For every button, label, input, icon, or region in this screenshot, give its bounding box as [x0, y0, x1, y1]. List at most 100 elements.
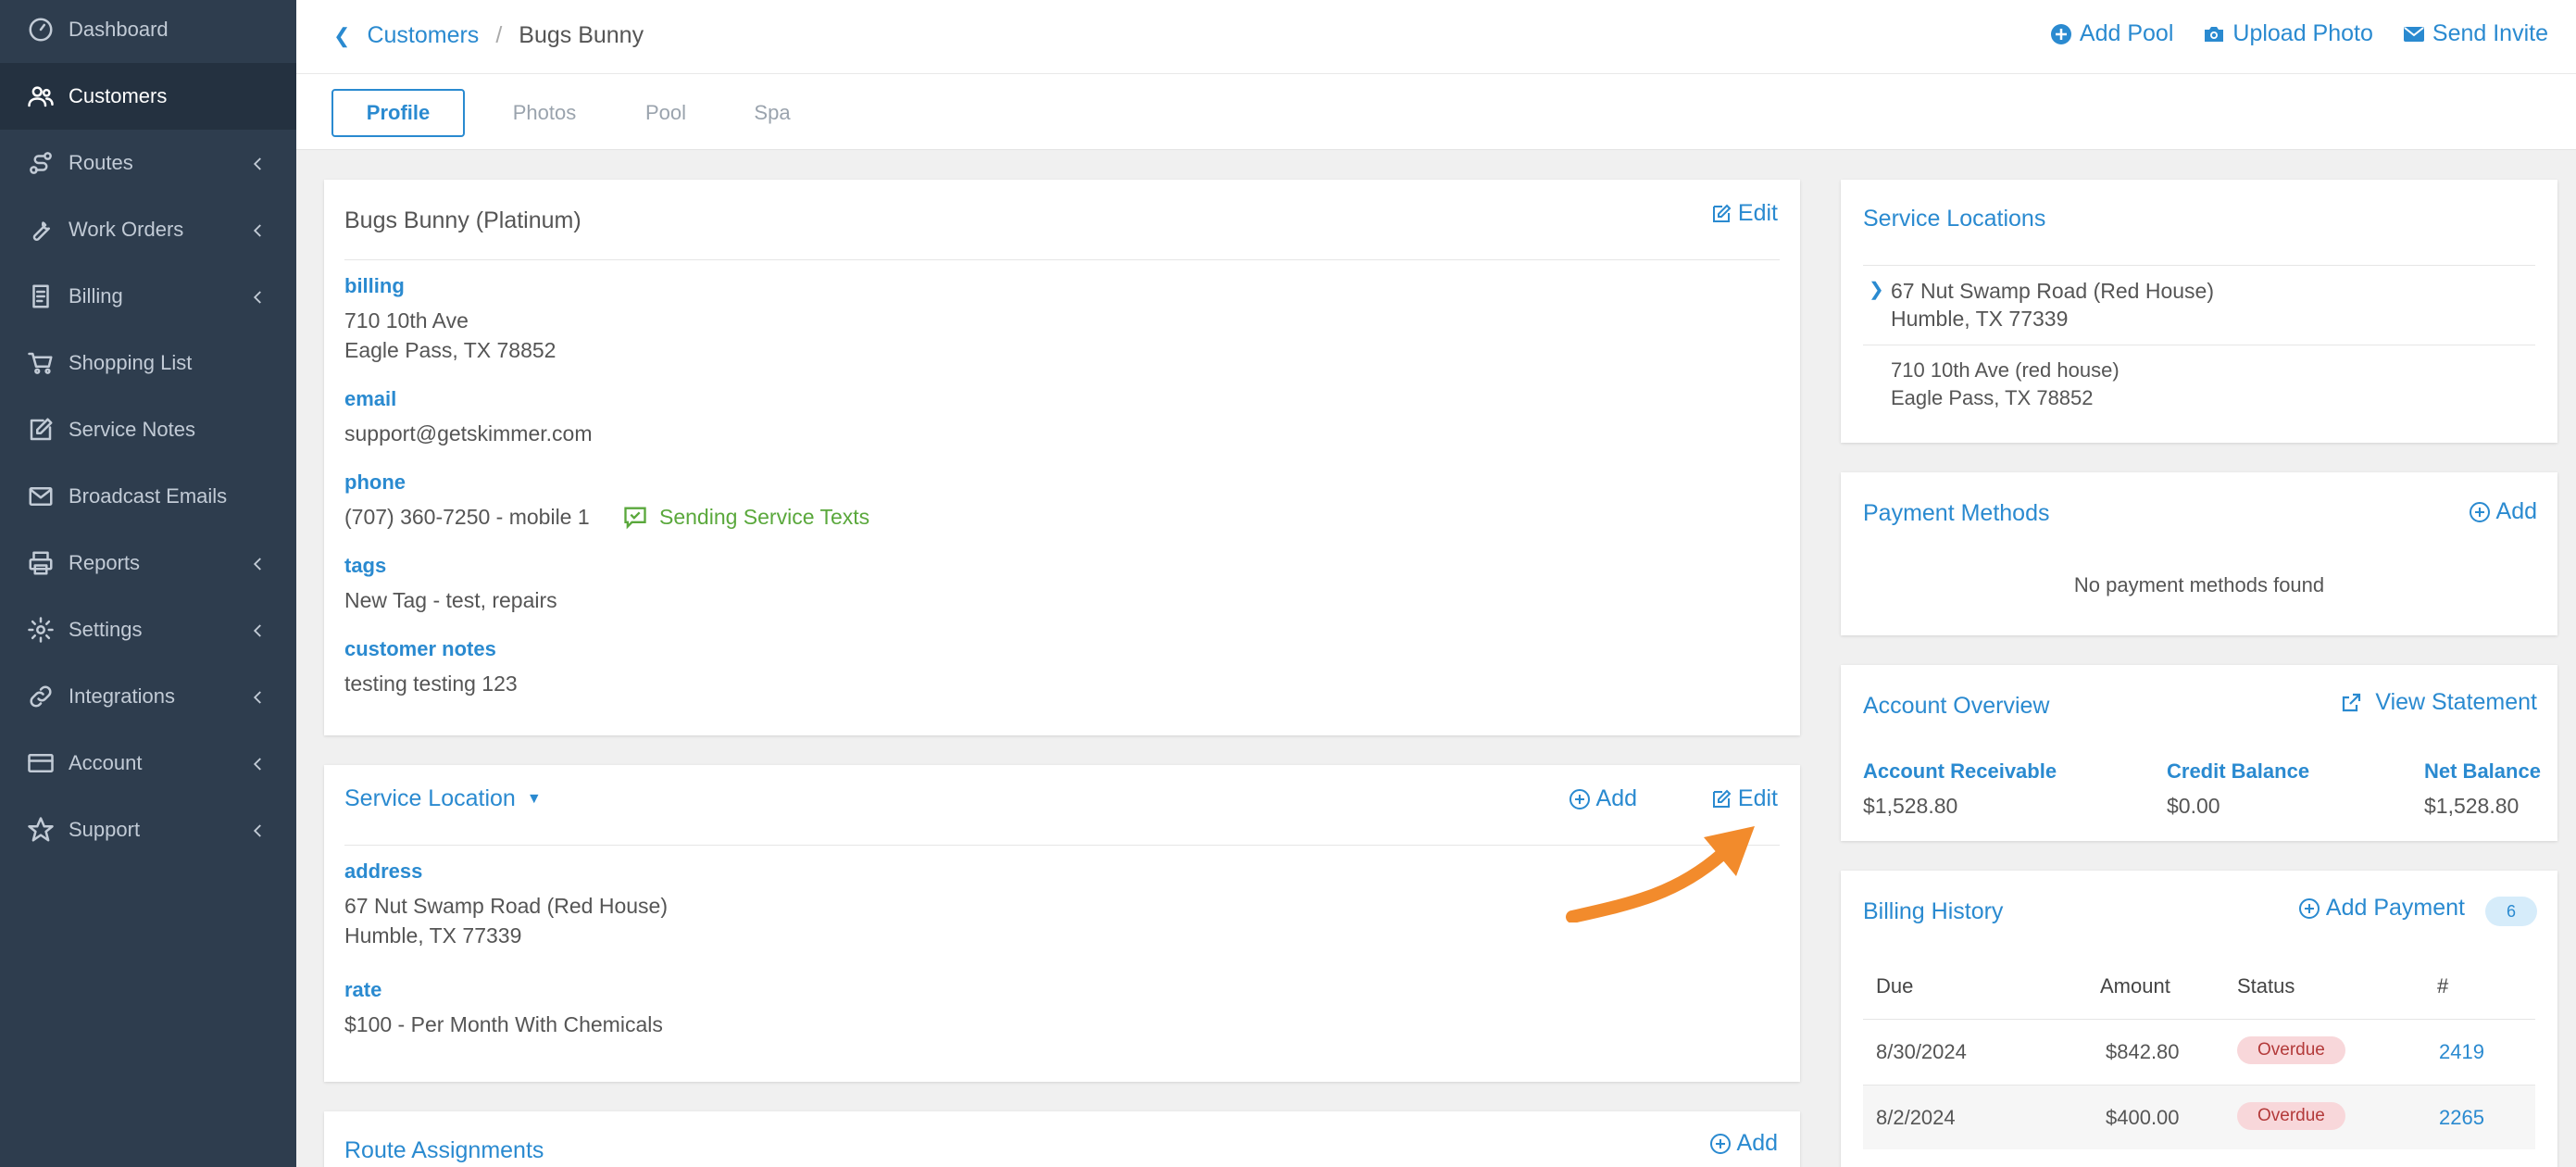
row-amount: $842.80 [2106, 1040, 2180, 1063]
add-label: Add [2495, 498, 2537, 524]
table-row[interactable]: 8/30/2024 $842.80 Overdue 2419 [1863, 1020, 2535, 1085]
sidebar-item-label: Work Orders [69, 218, 184, 241]
invoice-number-link[interactable]: 2265 [2439, 1106, 2484, 1130]
sidebar-item-dashboard[interactable]: Dashboard [0, 0, 296, 63]
column-due: Due [1876, 974, 1914, 998]
plus-circle-icon [1569, 788, 1590, 809]
envelope-icon [26, 482, 56, 511]
breadcrumb-customers-link[interactable]: Customers [367, 22, 479, 49]
chevron-left-icon [250, 287, 269, 306]
tab-profile[interactable]: Profile [331, 89, 465, 137]
cart-icon [26, 348, 56, 378]
sidebar-item-integrations[interactable]: Integrations [0, 663, 296, 730]
address-line2: Humble, TX 77339 [344, 923, 522, 947]
caret-down-icon: ▼ [526, 790, 542, 807]
edit-label: Edit [1737, 785, 1778, 811]
customer-notes-label: customer notes [344, 637, 496, 660]
wrench-icon [26, 215, 56, 245]
sidebar-item-reports[interactable]: Reports [0, 530, 296, 596]
chevron-left-icon [250, 554, 269, 572]
tags-label: tags [344, 554, 387, 577]
phone-value: (707) 360-7250 - mobile 1 [344, 505, 590, 529]
billing-line2: Eagle Pass, TX 78852 [344, 338, 556, 362]
sidebar-item-routes[interactable]: Routes [0, 130, 296, 196]
address-label: address [344, 860, 423, 883]
sidebar-item-label: Broadcast Emails [69, 484, 228, 508]
send-invite-button[interactable]: Send Invite [2403, 20, 2548, 47]
service-texts-status: Sending Service Texts [622, 502, 869, 532]
sidebar-item-billing[interactable]: Billing [0, 263, 296, 330]
table-row[interactable]: 8/2/2024 $400.00 Overdue 2265 [1863, 1085, 2535, 1149]
address-line1: 67 Nut Swamp Road (Red House) [344, 894, 668, 918]
add-payment-method-button[interactable]: Add [2469, 498, 2537, 525]
star-icon [26, 815, 56, 845]
account-receivable-value: $1,528.80 [1863, 794, 1958, 818]
service-locations-title: Service Locations [1863, 206, 2046, 232]
tab-pool[interactable]: Pool [615, 89, 717, 137]
edit-service-location-button[interactable]: Edit [1710, 785, 1778, 812]
edit-profile-button[interactable]: Edit [1710, 200, 1778, 227]
chevron-left-icon [250, 821, 269, 839]
sidebar-item-service-notes[interactable]: Service Notes [0, 396, 296, 463]
edit-icon [26, 415, 56, 445]
add-pool-label: Add Pool [2079, 20, 2174, 46]
row-due: 8/30/2024 [1876, 1040, 1967, 1063]
plus-circle-icon [2469, 501, 2490, 522]
customer-name: Bugs Bunny (Platinum) [344, 207, 581, 233]
billing-history-card: Billing History Add Payment 6 Due Amount… [1841, 871, 2557, 1167]
tab-photos[interactable]: Photos [481, 89, 607, 137]
breadcrumb: ❮ Customers / Bugs Bunny [333, 22, 644, 49]
sidebar-item-label: Billing [69, 284, 123, 307]
tab-spa[interactable]: Spa [726, 89, 819, 137]
sidebar-item-shopping-list[interactable]: Shopping List [0, 330, 296, 396]
status-badge: Overdue [2237, 1036, 2345, 1064]
view-statement-button[interactable]: View Statement [2340, 689, 2537, 716]
edit-icon [1712, 789, 1732, 808]
sidebar-item-broadcast-emails[interactable]: Broadcast Emails [0, 463, 296, 530]
location-line2: Humble, TX 77339 [1891, 307, 2069, 331]
breadcrumb-separator: / [495, 22, 503, 48]
service-location-dropdown[interactable]: Service Location ▼ [344, 785, 542, 812]
invoice-number-link[interactable]: 2419 [2439, 1040, 2484, 1064]
account-overview-title: Account Overview [1863, 693, 2050, 719]
billing-history-title: Billing History [1863, 898, 2004, 924]
send-invite-label: Send Invite [2432, 20, 2548, 46]
upload-photo-button[interactable]: Upload Photo [2203, 20, 2373, 47]
email-label: email [344, 387, 397, 410]
plus-circle-icon [2298, 897, 2320, 919]
add-pool-button[interactable]: Add Pool [2050, 20, 2173, 47]
sidebar-item-settings[interactable]: Settings [0, 596, 296, 663]
chevron-left-icon [250, 220, 269, 239]
edit-label: Edit [1737, 200, 1778, 226]
card-icon [26, 748, 56, 778]
email-value: support@getskimmer.com [344, 421, 593, 445]
status-badge: Overdue [2237, 1102, 2345, 1130]
tab-bar: Profile Photos Pool Spa [296, 74, 2576, 150]
add-service-location-button[interactable]: Add [1569, 785, 1637, 812]
sidebar-item-label: Service Notes [69, 418, 195, 441]
account-overview-card: Account Overview View Statement Account … [1841, 665, 2557, 841]
service-texts-label: Sending Service Texts [659, 505, 870, 529]
gear-icon [26, 615, 56, 645]
plus-circle-icon [1709, 1133, 1731, 1154]
sidebar-item-label: Shopping List [69, 351, 193, 374]
column-status: Status [2237, 974, 2295, 998]
link-icon [26, 682, 56, 711]
rate-value: $100 - Per Month With Chemicals [344, 1012, 663, 1036]
chevron-left-icon[interactable]: ❮ [333, 24, 350, 48]
sidebar-item-label: Support [69, 818, 141, 841]
sidebar-item-account[interactable]: Account [0, 730, 296, 797]
credit-balance-value: $0.00 [2167, 794, 2220, 818]
sidebar-item-support[interactable]: Support [0, 797, 296, 863]
dashboard-icon [26, 15, 56, 44]
add-payment-button[interactable]: Add Payment [2298, 895, 2465, 922]
billing-count-badge: 6 [2485, 897, 2537, 926]
sidebar-item-customers[interactable]: Customers [0, 63, 296, 130]
add-route-assignment-button[interactable]: Add [1709, 1130, 1778, 1157]
billing-line1: 710 10th Ave [344, 308, 469, 333]
column-number: # [2437, 974, 2449, 998]
sidebar-item-work-orders[interactable]: Work Orders [0, 196, 296, 263]
chevron-left-icon [250, 154, 269, 172]
annotation-arrow-icon [1566, 826, 1755, 922]
phone-label: phone [344, 471, 406, 494]
